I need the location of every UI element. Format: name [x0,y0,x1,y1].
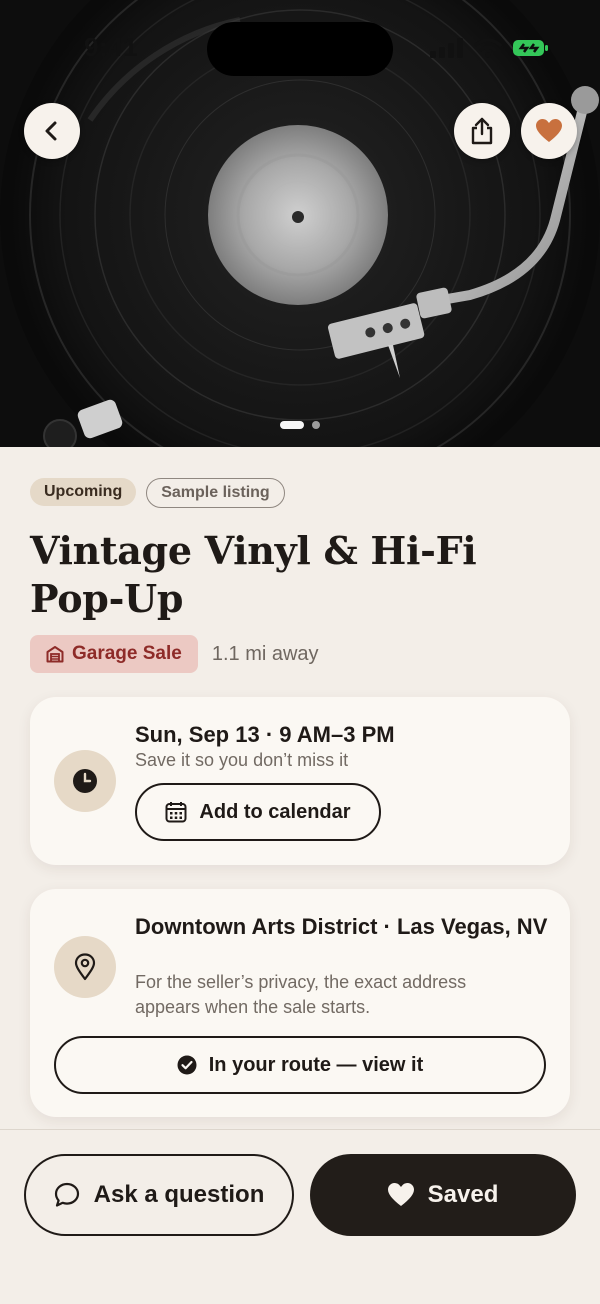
page-title: Vintage Vinyl & Hi-Fi Pop-Up [30,528,477,621]
chevron-left-icon [45,121,57,141]
page-indicator[interactable] [280,421,320,429]
saved-button[interactable]: Saved [310,1154,576,1236]
location-heading: Downtown Arts District · Las Vegas, NV [135,914,548,939]
share-icon [471,117,493,145]
status-bar: 9:41 [0,0,600,96]
location-privacy-note: For the seller’s privacy, the exact addr… [135,972,467,1017]
sample-listing-badge: Sample listing [146,478,285,508]
ask-question-button[interactable]: Ask a question [24,1154,294,1236]
page-dot [312,421,320,429]
status-badge: Upcoming [30,478,137,506]
battery-icon [513,40,548,56]
hero-photo[interactable]: 9:41 [0,0,600,447]
garage-icon [46,646,64,663]
favorite-button[interactable] [521,103,577,159]
add-to-calendar-button[interactable]: Add to calendar [135,783,381,841]
wifi-icon [474,38,502,58]
location-pin-icon [74,953,96,981]
view-route-label: In your route — view it [208,1053,424,1076]
signal-icon [430,38,463,58]
location-card: Downtown Arts District · Las Vegas, NV F… [30,889,570,1117]
check-circle-icon [177,1055,197,1075]
view-route-button[interactable]: In your route — view it [54,1036,546,1094]
back-button[interactable] [24,103,80,159]
distance-label: 1.1 mi away [211,642,319,665]
clock-icon-badge [54,750,116,812]
saved-label: Saved [427,1181,499,1208]
heart-icon [536,119,562,142]
status-time: 9:41 [84,32,139,62]
date-card: Sun, Sep 13 · 9 AM–3 PM Save it so you d… [30,697,570,865]
clock-icon [73,769,97,793]
chat-bubble-icon [54,1182,79,1207]
date-time-heading: Sun, Sep 13 · 9 AM–3 PM [135,722,395,747]
bottom-action-bar: Ask a question Saved [0,1129,600,1304]
calendar-icon [165,802,187,823]
category-label: Garage Sale [72,643,182,664]
ask-question-label: Ask a question [93,1181,265,1208]
add-to-calendar-label: Add to calendar [199,800,351,823]
location-icon-badge [54,936,116,998]
date-subtext: Save it so you don’t miss it [135,750,349,770]
dynamic-island [207,22,393,76]
heart-icon [387,1183,414,1206]
category-badge[interactable]: Garage Sale [30,635,198,673]
page-dot-active [280,421,304,429]
share-button[interactable] [454,103,510,159]
